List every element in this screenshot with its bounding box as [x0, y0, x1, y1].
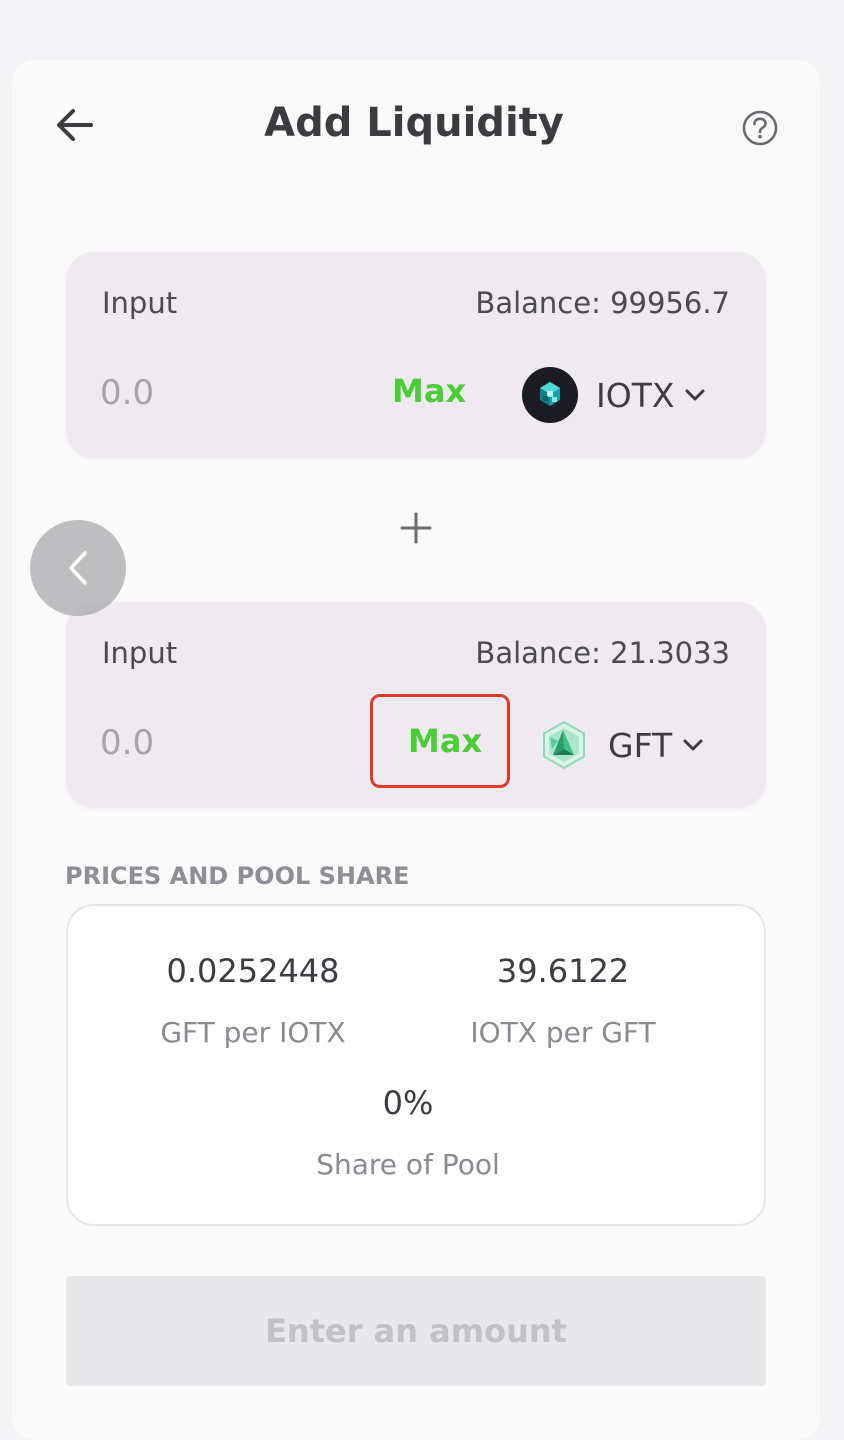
- question-circle-icon: [742, 110, 778, 146]
- gft-logo-icon: [538, 719, 590, 771]
- token-b-input-label: Input: [102, 636, 178, 670]
- token-a-balance: Balance: 99956.7: [475, 286, 730, 320]
- token-a-panel: Input Balance: 99956.7 Max IOTX: [66, 252, 766, 458]
- token-b-max-button[interactable]: Max: [408, 722, 482, 760]
- token-a-symbol: IOTX: [596, 375, 675, 415]
- token-a-select[interactable]: IOTX: [522, 360, 706, 430]
- rate-b-value: 39.6122: [496, 952, 630, 990]
- help-button[interactable]: [740, 108, 780, 148]
- chevron-down-icon: [684, 388, 706, 402]
- token-b-amount-input[interactable]: [100, 718, 320, 768]
- chevron-down-icon: [682, 738, 704, 752]
- pool-share-value: 0%: [382, 1084, 434, 1122]
- token-b-select[interactable]: GFT: [538, 710, 704, 780]
- enter-amount-button[interactable]: Enter an amount: [66, 1276, 766, 1386]
- rate-a-label: GFT per IOTX: [160, 1016, 346, 1049]
- rate-a-value: 0.0252448: [166, 952, 340, 990]
- token-b-symbol: GFT: [608, 725, 673, 765]
- chevron-left-icon: [69, 551, 87, 585]
- pool-share-label: Share of Pool: [316, 1148, 500, 1181]
- page-title: Add Liquidity: [264, 100, 564, 146]
- floating-back-button[interactable]: [30, 520, 126, 616]
- pool-section-heading: PRICES AND POOL SHARE: [65, 862, 410, 890]
- token-a-amount-input[interactable]: [100, 368, 320, 418]
- token-b-balance: Balance: 21.3033: [475, 636, 730, 670]
- token-a-input-label: Input: [102, 286, 178, 320]
- token-b-panel: Input Balance: 21.3033 Max GFT: [66, 602, 766, 808]
- rate-b-label: IOTX per GFT: [470, 1016, 656, 1049]
- pool-stats-box: 0.0252448 GFT per IOTX 39.6122 IOTX per …: [66, 904, 766, 1226]
- token-a-max-button[interactable]: Max: [392, 372, 466, 410]
- plus-icon: [400, 512, 432, 544]
- iotx-logo-icon: [522, 367, 578, 423]
